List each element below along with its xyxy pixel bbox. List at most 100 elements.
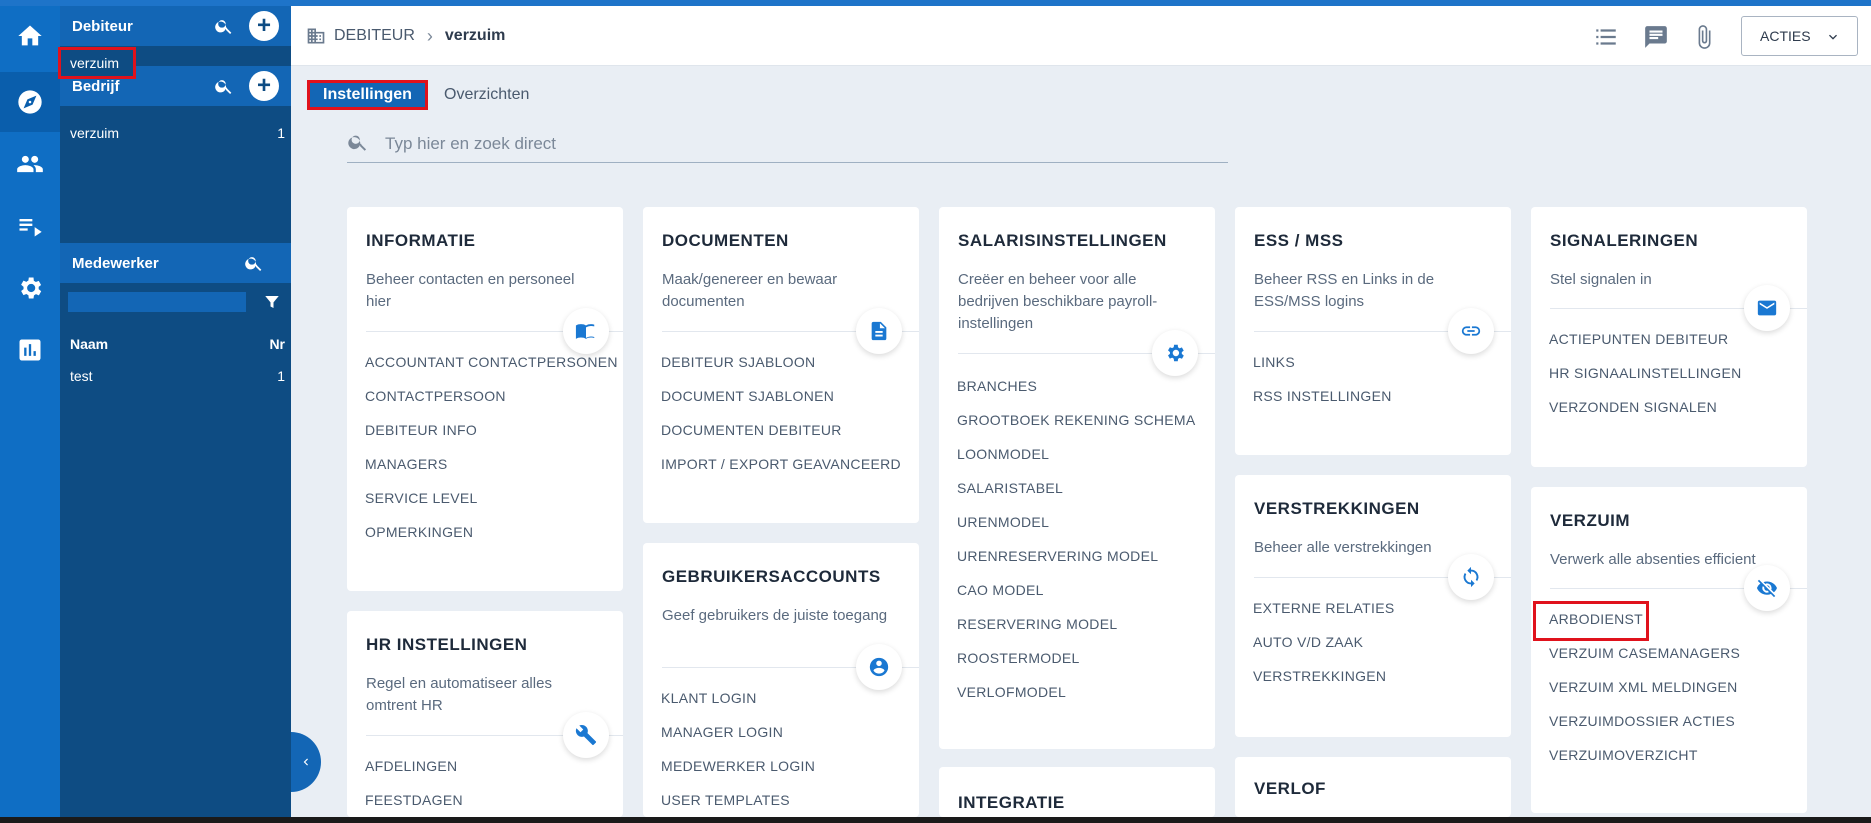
list-item[interactable]: SALARISTABEL [957, 480, 1196, 514]
icon-rail [0, 6, 60, 817]
list-item[interactable]: RSS INSTELLINGEN [1253, 388, 1392, 422]
card-gebruikersaccounts: GEBRUIKERSACCOUNTS Geef gebruikers de ju… [643, 543, 919, 817]
list-item[interactable]: CONTACTPERSOON [365, 388, 618, 422]
search-icon[interactable] [244, 253, 264, 273]
list-item[interactable]: EXTERNE RELATIES [1253, 600, 1394, 634]
medewerker-title: Medewerker [72, 254, 159, 272]
list-item[interactable]: ROOSTERMODEL [957, 650, 1196, 684]
list-item[interactable]: VERZONDEN SIGNALEN [1549, 399, 1742, 433]
list-item[interactable]: VERZUIMOVERZICHT [1549, 747, 1740, 781]
list-item[interactable]: AUTO V/D ZAAK [1253, 634, 1394, 668]
settings-icon[interactable] [0, 258, 60, 318]
gear-icon [1152, 330, 1198, 376]
building-icon [307, 28, 325, 44]
card-verzuim: VERZUIM Verwerk alle absenties efficient… [1531, 487, 1807, 813]
card-verlof: VERLOF [1235, 757, 1511, 817]
card-verstrekkingen: VERSTREKKINGEN Beheer alle verstrekkinge… [1235, 475, 1511, 737]
comment-icon[interactable] [1641, 22, 1671, 52]
list-item[interactable]: IMPORT / EXPORT GEAVANCEERD [661, 456, 901, 490]
attachment-icon[interactable] [1689, 22, 1719, 52]
card-description: Geef gebruikers de juiste toegang [662, 607, 888, 624]
link-icon [1448, 308, 1494, 354]
list-item[interactable]: GROOTBOEK REKENING SCHEMA [957, 412, 1196, 446]
list-icon[interactable] [1591, 22, 1621, 52]
list-item[interactable]: VERLOFMODEL [957, 684, 1196, 718]
list-item[interactable]: ACCOUNTANT CONTACTPERSONEN [365, 354, 618, 388]
medewerker-filter-input[interactable] [68, 292, 246, 312]
list-item[interactable]: AFDELINGEN [365, 758, 463, 792]
list-item[interactable]: URENRESERVERING MODEL [957, 548, 1196, 582]
card-salarisinstellingen: SALARISINSTELLINGEN Creëer en beheer voo… [939, 207, 1215, 749]
list-item[interactable]: MANAGER LOGIN [661, 724, 815, 758]
list-item[interactable]: LOONMODEL [957, 446, 1196, 480]
list-item[interactable]: HR SIGNAALINSTELLINGEN [1549, 365, 1742, 399]
wrench-icon [563, 712, 609, 758]
highlight-arbodienst [1533, 601, 1649, 641]
list-item[interactable]: VERZUIMDOSSIER ACTIES [1549, 713, 1740, 747]
search-icon[interactable] [214, 16, 234, 36]
column-naam[interactable]: Naam [70, 336, 108, 352]
medewerker-row[interactable]: test 1 [60, 361, 291, 391]
search-bar [347, 127, 1228, 163]
list-item[interactable]: OPMERKINGEN [365, 524, 618, 558]
list-item[interactable]: DEBITEUR INFO [365, 422, 618, 456]
list-item[interactable]: URENMODEL [957, 514, 1196, 548]
chevron-right-icon: › [426, 25, 433, 46]
card-description: Maak/genereer en bewaar documenten [662, 271, 838, 310]
people-icon[interactable] [0, 134, 60, 194]
list-item[interactable]: KLANT LOGIN [661, 690, 815, 724]
list-item[interactable]: VERZUIM XML MELDINGEN [1549, 679, 1740, 713]
column-nr[interactable]: Nr [269, 336, 285, 352]
informatie-list: ACCOUNTANT CONTACTPERSONEN CONTACTPERSOO… [365, 354, 618, 558]
debiteur-header: Debiteur + [60, 6, 291, 46]
card-title: VERLOF [1254, 779, 1326, 798]
add-bedrijf-button[interactable]: + [249, 71, 279, 101]
compass-icon[interactable] [0, 72, 60, 132]
list-item[interactable]: DOCUMENTEN DEBITEUR [661, 422, 901, 456]
list-item[interactable]: RESERVERING MODEL [957, 616, 1196, 650]
collapse-panel-button[interactable] [291, 732, 321, 792]
chart-icon[interactable] [0, 320, 60, 380]
list-item[interactable]: MEDEWERKER LOGIN [661, 758, 815, 792]
bedrijf-title: Bedrijf [72, 77, 120, 95]
side-panel: Debiteur + Bedrijf + verzuim 1 Medewerke… [60, 6, 291, 817]
acties-button[interactable]: ACTIES [1741, 16, 1858, 56]
book-icon [563, 308, 609, 354]
selected-debiteur[interactable]: verzuim [58, 47, 136, 79]
card-description: Regel en automatiseer alles omtrent HR [366, 675, 552, 714]
medewerker-header: Medewerker [60, 243, 291, 283]
list-item[interactable]: FEESTDAGEN [365, 792, 463, 817]
filter-icon[interactable] [263, 293, 281, 311]
list-item[interactable]: VERSTREKKINGEN [1253, 668, 1394, 702]
search-icon[interactable] [214, 76, 234, 96]
document-icon [856, 308, 902, 354]
list-item[interactable]: CAO MODEL [957, 582, 1196, 616]
breadcrumb-current: verzuim [444, 27, 506, 44]
list-item[interactable]: LINKS [1253, 354, 1392, 388]
tab-instellingen[interactable]: Instellingen [307, 80, 428, 110]
tab-overzichten[interactable]: Overzichten [444, 80, 529, 110]
search-input[interactable] [385, 131, 1205, 157]
account-icon [856, 644, 902, 690]
list-item[interactable]: USER TEMPLATES [661, 792, 815, 817]
list-item[interactable]: BRANCHES [957, 378, 1196, 412]
playlist-icon[interactable] [0, 196, 60, 256]
list-item[interactable]: VERZUIM CASEMANAGERS [1549, 645, 1740, 679]
breadcrumb: DEBITEUR › verzuim [306, 6, 505, 66]
verstrekkingen-list: EXTERNE RELATIES AUTO V/D ZAAK VERSTREKK… [1253, 600, 1394, 702]
home-icon[interactable] [0, 6, 60, 66]
breadcrumb-parent[interactable]: DEBITEUR [334, 27, 415, 45]
card-hr-instellingen: HR INSTELLINGEN Regel en automatiseer al… [347, 611, 623, 817]
hr-list: AFDELINGEN FEESTDAGEN [365, 758, 463, 817]
card-title: SALARISINSTELLINGEN [958, 231, 1167, 250]
add-debiteur-button[interactable]: + [249, 11, 279, 41]
list-item[interactable]: SERVICE LEVEL [365, 490, 618, 524]
card-description: Beheer alle verstrekkingen [1254, 539, 1432, 556]
list-item[interactable]: ACTIEPUNTEN DEBITEUR [1549, 331, 1742, 365]
debiteur-title: Debiteur [72, 17, 133, 35]
list-item[interactable]: DEBITEUR SJABLOON [661, 354, 901, 388]
bedrijf-row[interactable]: verzuim 1 [60, 118, 291, 148]
medewerker-row-name: test [70, 368, 93, 384]
list-item[interactable]: MANAGERS [365, 456, 618, 490]
list-item[interactable]: DOCUMENT SJABLONEN [661, 388, 901, 422]
